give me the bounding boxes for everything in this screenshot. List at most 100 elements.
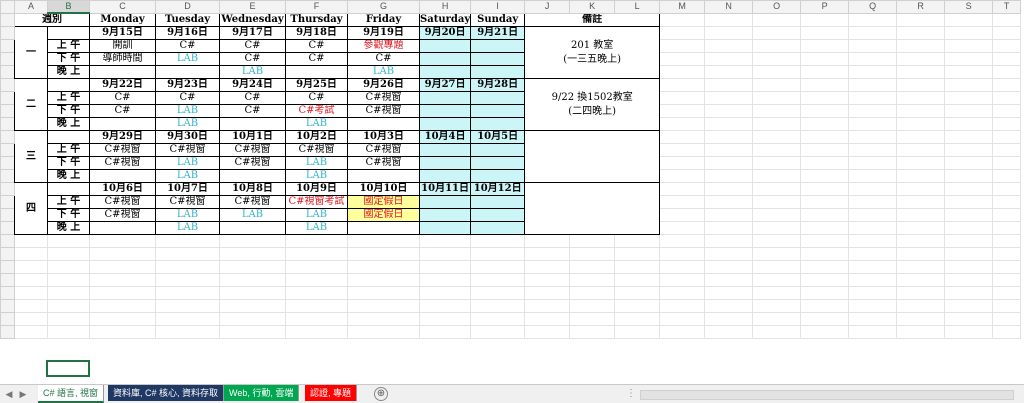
empty-cell[interactable] xyxy=(704,104,754,118)
notes-column-header[interactable]: 備註 xyxy=(524,12,661,27)
next-sheet-icon[interactable]: ▶ xyxy=(18,387,28,401)
column-header-h[interactable]: H xyxy=(418,0,472,14)
schedule-cell[interactable] xyxy=(470,104,526,118)
schedule-cell[interactable]: 開訓 xyxy=(89,39,156,53)
empty-cell[interactable] xyxy=(944,299,994,313)
empty-cell[interactable] xyxy=(614,234,661,248)
empty-cell[interactable] xyxy=(944,169,994,183)
empty-cell[interactable] xyxy=(944,247,994,261)
empty-cell[interactable] xyxy=(752,156,802,170)
prev-sheet-icon[interactable]: ◀ xyxy=(4,387,14,401)
empty-cell[interactable] xyxy=(14,325,48,339)
empty-cell[interactable] xyxy=(659,39,706,53)
schedule-cell[interactable] xyxy=(89,221,156,235)
date-cell[interactable]: 9月15日 xyxy=(89,26,156,40)
row-header[interactable] xyxy=(0,117,15,131)
column-header-f[interactable]: F xyxy=(285,0,348,14)
empty-cell[interactable] xyxy=(752,104,802,118)
empty-cell[interactable] xyxy=(944,143,994,157)
empty-cell[interactable] xyxy=(752,221,802,235)
period-blank[interactable] xyxy=(47,78,90,92)
empty-cell[interactable] xyxy=(347,234,420,248)
empty-cell[interactable] xyxy=(219,260,286,274)
schedule-cell[interactable]: C#視窗 xyxy=(89,143,156,157)
empty-cell[interactable] xyxy=(992,156,1022,170)
empty-cell[interactable] xyxy=(848,286,898,300)
empty-cell[interactable] xyxy=(992,39,1022,53)
period-label[interactable]: 下 午 xyxy=(47,156,90,170)
empty-cell[interactable] xyxy=(752,195,802,209)
empty-cell[interactable] xyxy=(285,260,348,274)
row-header[interactable] xyxy=(0,169,15,183)
empty-cell[interactable] xyxy=(659,143,706,157)
empty-cell[interactable] xyxy=(418,273,472,287)
empty-cell[interactable] xyxy=(992,208,1022,222)
empty-cell[interactable] xyxy=(347,286,420,300)
empty-cell[interactable] xyxy=(896,12,946,27)
schedule-cell[interactable]: C#視窗 xyxy=(347,143,420,157)
column-header-m[interactable]: M xyxy=(659,0,706,14)
empty-cell[interactable] xyxy=(992,12,1022,27)
column-header-j[interactable]: J xyxy=(524,0,571,14)
empty-cell[interactable] xyxy=(752,234,802,248)
empty-cell[interactable] xyxy=(848,234,898,248)
empty-cell[interactable] xyxy=(704,78,754,92)
empty-cell[interactable] xyxy=(470,299,526,313)
empty-cell[interactable] xyxy=(89,234,156,248)
schedule-cell[interactable] xyxy=(219,221,286,235)
week-label[interactable]: 二 xyxy=(14,78,48,131)
empty-cell[interactable] xyxy=(47,312,90,326)
empty-cell[interactable] xyxy=(896,208,946,222)
empty-cell[interactable] xyxy=(848,117,898,131)
date-cell[interactable]: 10月10日 xyxy=(347,182,420,196)
empty-cell[interactable] xyxy=(524,247,571,261)
empty-cell[interactable] xyxy=(470,247,526,261)
empty-cell[interactable] xyxy=(896,221,946,235)
empty-cell[interactable] xyxy=(569,286,616,300)
empty-cell[interactable] xyxy=(896,156,946,170)
empty-cell[interactable] xyxy=(800,286,850,300)
period-blank[interactable] xyxy=(47,26,90,40)
empty-cell[interactable] xyxy=(752,182,802,196)
date-cell[interactable]: 10月12日 xyxy=(470,182,526,196)
empty-cell[interactable] xyxy=(704,260,754,274)
empty-cell[interactable] xyxy=(944,286,994,300)
schedule-cell[interactable] xyxy=(470,91,526,105)
empty-cell[interactable] xyxy=(992,143,1022,157)
schedule-cell[interactable]: C# xyxy=(285,52,348,66)
schedule-cell[interactable]: LAB xyxy=(155,221,220,235)
schedule-cell[interactable]: C#視窗 xyxy=(89,208,156,222)
empty-cell[interactable] xyxy=(944,104,994,118)
empty-cell[interactable] xyxy=(752,39,802,53)
empty-cell[interactable] xyxy=(704,169,754,183)
column-header-b[interactable]: B xyxy=(47,0,90,14)
empty-cell[interactable] xyxy=(800,195,850,209)
schedule-cell[interactable] xyxy=(470,39,526,53)
schedule-cell[interactable]: LAB xyxy=(155,169,220,183)
empty-cell[interactable] xyxy=(347,273,420,287)
period-label[interactable]: 上 午 xyxy=(47,39,90,53)
empty-cell[interactable] xyxy=(704,91,754,105)
empty-cell[interactable] xyxy=(848,299,898,313)
schedule-cell[interactable] xyxy=(470,169,526,183)
schedule-cell[interactable] xyxy=(470,65,526,79)
empty-cell[interactable] xyxy=(659,91,706,105)
empty-cell[interactable] xyxy=(944,260,994,274)
empty-cell[interactable] xyxy=(944,78,994,92)
date-cell[interactable]: 10月4日 xyxy=(418,130,472,144)
row-header[interactable] xyxy=(0,325,15,339)
date-cell[interactable]: 10月1日 xyxy=(219,130,286,144)
row-header[interactable] xyxy=(0,221,15,235)
row-header[interactable] xyxy=(0,312,15,326)
empty-cell[interactable] xyxy=(569,247,616,261)
spreadsheet-grid[interactable]: ABCDEFGHIJKLMNOPQRST 週別 Monday Tuesday Wedn… xyxy=(0,0,1024,384)
empty-cell[interactable] xyxy=(944,12,994,27)
empty-cell[interactable] xyxy=(219,234,286,248)
empty-cell[interactable] xyxy=(944,195,994,209)
empty-cell[interactable] xyxy=(704,286,754,300)
empty-cell[interactable] xyxy=(47,286,90,300)
column-header-t[interactable]: T xyxy=(992,0,1022,14)
empty-cell[interactable] xyxy=(470,273,526,287)
schedule-cell[interactable] xyxy=(219,169,286,183)
empty-cell[interactable] xyxy=(614,325,661,339)
